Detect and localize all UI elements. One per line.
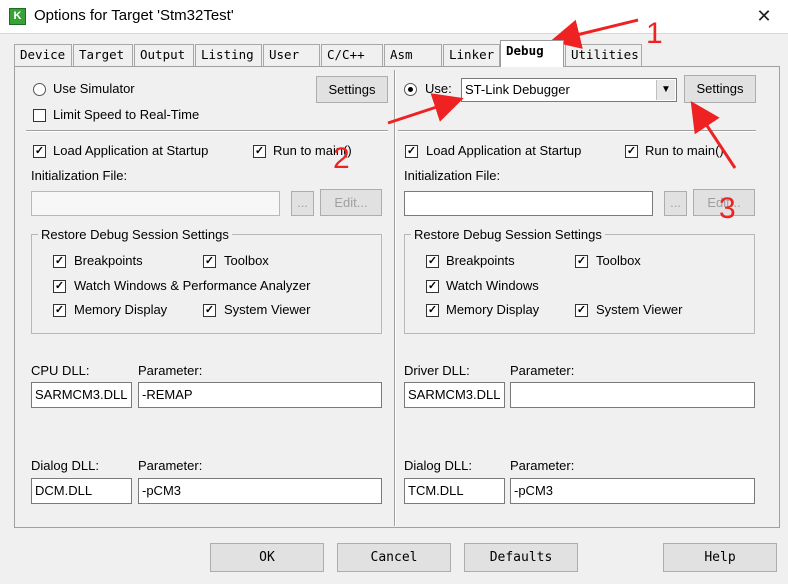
annotation-number-3: 3 <box>719 192 736 225</box>
annotation-arrow-3 <box>690 100 737 169</box>
tab-debug[interactable]: Debug <box>500 40 564 67</box>
annotation-overlay <box>387 18 737 169</box>
annotation-number-2: 2 <box>333 142 350 175</box>
annotation-arrow-2 <box>387 93 464 125</box>
annotation-number-1: 1 <box>646 17 663 50</box>
annotation-arrow-1 <box>550 18 639 49</box>
